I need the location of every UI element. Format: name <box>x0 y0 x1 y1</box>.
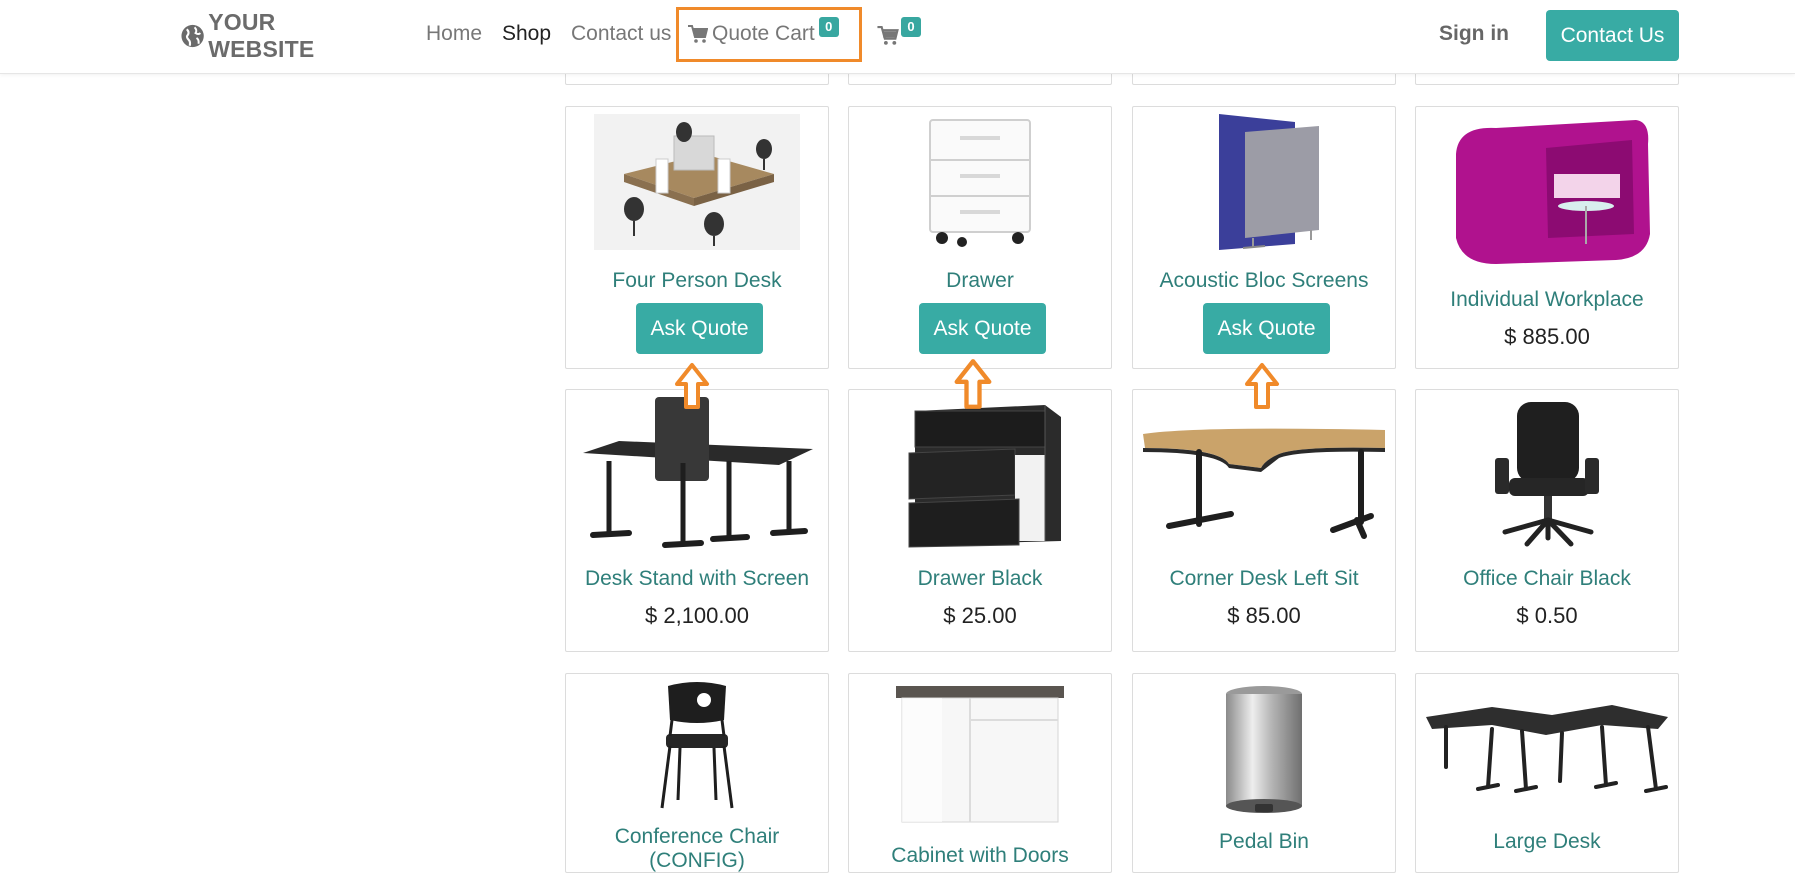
up-arrow-icon <box>954 359 992 409</box>
contact-us-button[interactable]: Contact Us <box>1546 10 1679 61</box>
product-name[interactable]: Drawer <box>849 269 1111 293</box>
drawer-black-image <box>908 405 1061 548</box>
product-price: $ 85.00 <box>1227 603 1301 628</box>
product-image[interactable] <box>849 396 1111 552</box>
corner-desk-image <box>1143 428 1385 539</box>
quote-cart-count-badge: 0 <box>818 17 839 37</box>
site-logo[interactable]: YOUR WEBSITE <box>180 9 383 62</box>
product-card[interactable]: Large Desk <box>1415 673 1679 873</box>
product-name[interactable]: Pedal Bin <box>1133 830 1395 854</box>
acoustic-screens-image <box>1219 114 1319 250</box>
product-name[interactable]: Cabinet with Doors <box>849 844 1111 868</box>
large-desk-image <box>1426 705 1668 793</box>
product-card[interactable]: Office Chair Black $ 0.50 <box>1415 389 1679 652</box>
product-image[interactable] <box>1416 692 1678 802</box>
product-card[interactable]: Desk Stand with Screen $ 2,100.00 <box>565 389 829 652</box>
cabinet-with-doors-image <box>896 686 1064 823</box>
product-name[interactable]: Corner Desk Left Sit <box>1133 567 1395 591</box>
product-card[interactable]: Four Person Desk Ask Quote <box>565 106 829 369</box>
desk-stand-with-screen-image <box>583 397 813 548</box>
product-name[interactable]: Acoustic Bloc Screens <box>1133 269 1395 293</box>
product-image[interactable] <box>566 113 828 251</box>
four-person-desk-image <box>594 114 800 250</box>
individual-workplace-image <box>1456 120 1650 264</box>
quote-cart-link[interactable]: Quote Cart 0 <box>688 17 839 46</box>
product-image[interactable] <box>1416 396 1678 552</box>
product-image[interactable] <box>1133 396 1395 552</box>
cart-icon <box>877 26 899 45</box>
office-chair-image <box>1495 402 1599 547</box>
product-card[interactable]: Acoustic Bloc Screens Ask Quote <box>1132 106 1396 369</box>
product-name[interactable]: Conference Chair (CONFIG) <box>566 825 828 872</box>
product-image[interactable] <box>849 113 1111 251</box>
product-image[interactable] <box>1133 111 1395 253</box>
product-card[interactable]: Conference Chair (CONFIG) <box>565 673 829 873</box>
ask-quote-button[interactable]: Ask Quote <box>1203 303 1330 354</box>
product-name[interactable]: Office Chair Black <box>1416 567 1678 591</box>
product-card[interactable]: Cabinet with Doors <box>848 673 1112 873</box>
shopping-cart-link[interactable]: 0 <box>877 17 921 45</box>
product-image[interactable] <box>1133 680 1395 820</box>
pedal-bin-image <box>1226 686 1302 813</box>
product-name[interactable]: Desk Stand with Screen <box>566 567 828 591</box>
product-card[interactable]: Drawer Ask Quote <box>848 106 1112 369</box>
ask-quote-button[interactable]: Ask Quote <box>636 303 763 354</box>
cart-count-badge: 0 <box>901 17 921 37</box>
globe-icon <box>181 24 204 48</box>
top-navbar: YOUR WEBSITE Home Shop Contact us Quote … <box>0 0 1795 74</box>
product-image[interactable] <box>849 682 1111 828</box>
ask-quote-button[interactable]: Ask Quote <box>919 303 1046 354</box>
conference-chair-image <box>660 682 734 809</box>
up-arrow-icon <box>1245 363 1279 409</box>
product-card[interactable]: Individual Workplace $ 885.00 <box>1415 106 1679 369</box>
brand-name: YOUR WEBSITE <box>208 9 315 62</box>
product-price: $ 2,100.00 <box>645 603 749 628</box>
product-image[interactable] <box>566 680 828 812</box>
product-image[interactable] <box>1416 113 1678 269</box>
product-image[interactable] <box>566 396 828 552</box>
nav-contact[interactable]: Contact us <box>571 22 671 46</box>
product-name[interactable]: Individual Workplace <box>1416 288 1678 312</box>
nav-home[interactable]: Home <box>426 22 482 46</box>
product-card[interactable]: Corner Desk Left Sit $ 85.00 <box>1132 389 1396 652</box>
product-card[interactable]: Drawer Black $ 25.00 <box>848 389 1112 652</box>
sign-in-link[interactable]: Sign in <box>1439 22 1509 46</box>
product-price: $ 0.50 <box>1516 603 1578 628</box>
cart-icon <box>688 25 708 43</box>
product-name[interactable]: Drawer Black <box>849 567 1111 591</box>
up-arrow-icon <box>675 363 709 409</box>
drawer-image <box>929 119 1031 247</box>
product-price: $ 885.00 <box>1504 324 1590 349</box>
product-name[interactable]: Large Desk <box>1416 830 1678 854</box>
nav-shop[interactable]: Shop <box>502 22 551 46</box>
product-name[interactable]: Four Person Desk <box>566 269 828 293</box>
product-price: $ 25.00 <box>943 603 1017 628</box>
quote-cart-label: Quote Cart <box>712 22 815 45</box>
product-card[interactable]: Pedal Bin <box>1132 673 1396 873</box>
